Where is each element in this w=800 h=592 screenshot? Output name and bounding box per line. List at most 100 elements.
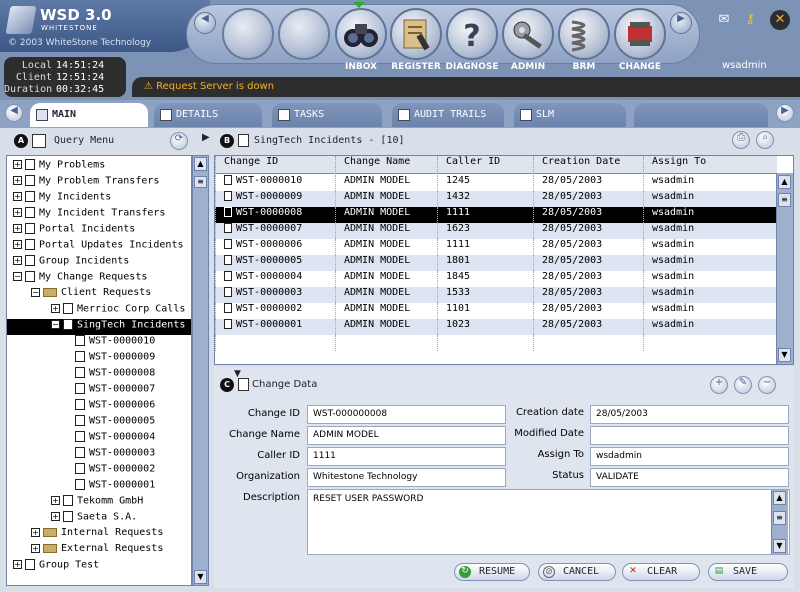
nav-diagnose-button[interactable]: ?	[446, 8, 498, 60]
organization-field[interactable]: Whitestone Technology	[307, 468, 506, 487]
zoom-icon[interactable]: ⌕	[756, 131, 774, 149]
nav-empty-slot-1[interactable]	[222, 8, 274, 60]
description-scroll-thumb[interactable]: ≡	[773, 511, 786, 525]
expand-icon[interactable]: +	[13, 224, 22, 233]
tree-item[interactable]: + Portal Incidents	[13, 223, 135, 239]
table-row[interactable]: WST-0000008 ADMIN MODEL 1111 28/05/2003 wsad…	[215, 207, 777, 223]
table-row[interactable]: WST-0000004 ADMIN MODEL 1845 28/05/2003 wsad…	[215, 271, 777, 287]
description-scroll-up-icon[interactable]: ▲	[773, 491, 786, 505]
collapse-icon[interactable]: −	[13, 272, 22, 281]
expand-icon[interactable]: +	[13, 192, 22, 201]
add-icon[interactable]: +	[710, 376, 728, 394]
tree-scrollbar[interactable]: ▲ ≡ ▼	[192, 155, 209, 586]
tree-item[interactable]: WST-0000004	[75, 431, 155, 447]
table-scrollbar[interactable]: ▲ ≡ ▼	[776, 173, 793, 364]
tree-item[interactable]: WST-0000008	[75, 367, 155, 383]
nav-inbox-button[interactable]	[335, 8, 387, 60]
tree-item[interactable]: + My Incident Transfers	[13, 207, 165, 223]
change-name-field[interactable]: ADMIN MODEL	[307, 426, 506, 445]
table-row[interactable]: WST-0000010 ADMIN MODEL 1245 28/05/2003 wsad…	[215, 175, 777, 191]
tree-item[interactable]: + My Problems	[13, 159, 105, 175]
table-row[interactable]: WST-0000007 ADMIN MODEL 1623 28/05/2003 wsad…	[215, 223, 777, 239]
tab-details[interactable]: DETAILS	[154, 103, 262, 127]
expand-icon[interactable]: +	[51, 512, 60, 521]
nav-register-button[interactable]	[390, 8, 442, 60]
tree-item[interactable]: + My Incidents	[13, 191, 111, 207]
description-scroll-down-icon[interactable]: ▼	[773, 539, 786, 553]
cancel-button[interactable]: ⊘ CANCEL	[538, 563, 616, 581]
tree-item[interactable]: WST-0000006	[75, 399, 155, 415]
remove-icon[interactable]: −	[758, 376, 776, 394]
tree-item[interactable]: − SingTech Incidents	[7, 319, 191, 335]
tab-slm[interactable]: SLM	[514, 103, 626, 127]
table-scroll-up-icon[interactable]: ▲	[778, 175, 791, 189]
tree-item[interactable]: WST-0000003	[75, 447, 155, 463]
resume-button[interactable]: ↻ RESUME	[454, 563, 530, 581]
column-header[interactable]: Creation Date	[533, 156, 643, 174]
scroll-up-icon[interactable]: ▲	[194, 157, 207, 171]
tree-item[interactable]: WST-0000005	[75, 415, 155, 431]
scroll-thumb[interactable]: ≡	[194, 176, 207, 188]
column-header[interactable]: Assign To	[643, 156, 777, 174]
nav-brm-button[interactable]	[558, 8, 610, 60]
column-header[interactable]: Change Name	[335, 156, 437, 174]
scroll-down-icon[interactable]: ▼	[194, 570, 207, 584]
description-scrollbar[interactable]: ▲ ≡ ▼	[771, 490, 788, 554]
expand-icon[interactable]: +	[13, 176, 22, 185]
tree-item[interactable]: − Client Requests	[31, 287, 151, 303]
tree-item[interactable]: WST-0000009	[75, 351, 155, 367]
tab-main[interactable]: MAIN	[30, 103, 148, 127]
table-row[interactable]: WST-0000009 ADMIN MODEL 1432 28/05/2003 wsad…	[215, 191, 777, 207]
tree-item[interactable]: + Internal Requests	[31, 527, 163, 543]
table-scroll-down-icon[interactable]: ▼	[778, 348, 791, 362]
expand-icon[interactable]: +	[13, 208, 22, 217]
table-row[interactable]: WST-0000001 ADMIN MODEL 1023 28/05/2003 wsad…	[215, 319, 777, 335]
table-row[interactable]: WST-0000003 ADMIN MODEL 1533 28/05/2003 wsad…	[215, 287, 777, 303]
tree-item[interactable]: + My Problem Transfers	[13, 175, 159, 191]
expand-icon[interactable]: +	[13, 160, 22, 169]
nav-prev-icon[interactable]: ◀	[194, 12, 216, 34]
tree-item[interactable]: + Group Test	[13, 559, 99, 575]
tab-tasks[interactable]: TASKS	[272, 103, 382, 127]
refresh-icon[interactable]: ⟳	[170, 132, 188, 150]
splitter-arrow-icon[interactable]: ▶	[202, 132, 210, 143]
expand-icon[interactable]: +	[13, 240, 22, 249]
assign-to-field[interactable]: wsdadmin	[590, 447, 789, 466]
column-header[interactable]: Caller ID	[437, 156, 533, 174]
table-row[interactable]: WST-0000006 ADMIN MODEL 1111 28/05/2003 wsad…	[215, 239, 777, 255]
tab-prev-icon[interactable]: ◀	[5, 104, 23, 122]
table-row[interactable]: WST-0000005 ADMIN MODEL 1801 28/05/2003 wsad…	[215, 255, 777, 271]
collapse-icon[interactable]: −	[31, 287, 40, 297]
clear-button[interactable]: ✕ CLEAR	[622, 563, 700, 581]
tree-item[interactable]: WST-0000002	[75, 463, 155, 479]
tree-item[interactable]: WST-0000007	[75, 383, 155, 399]
expand-icon[interactable]: +	[13, 256, 22, 265]
creation-date-field[interactable]: 28/05/2003	[590, 405, 789, 424]
collapse-icon[interactable]: −	[51, 320, 60, 329]
table-row[interactable]: WST-0000002 ADMIN MODEL 1101 28/05/2003 wsad…	[215, 303, 777, 319]
caller-id-field[interactable]: 1111	[307, 447, 506, 466]
table-scroll-thumb[interactable]: ≡	[778, 193, 791, 207]
print-icon[interactable]: ⎙	[732, 131, 750, 149]
tab-audit-trails[interactable]: AUDIT TRAILS	[392, 103, 504, 127]
tree-item[interactable]: WST-0000010	[75, 335, 155, 351]
modified-date-field[interactable]	[590, 426, 789, 445]
tree-item[interactable]: + Saeta S.A.	[51, 511, 137, 527]
expand-icon[interactable]: +	[51, 496, 60, 505]
expand-icon[interactable]: +	[13, 560, 22, 569]
tree-item[interactable]: + Merrioc Corp Calls	[51, 303, 185, 319]
status-field[interactable]: VALIDATE	[590, 468, 789, 487]
tree-item[interactable]: + Tekomm GmbH	[51, 495, 143, 511]
nav-next-icon[interactable]: ▶	[670, 12, 692, 34]
tab-next-icon[interactable]: ▶	[776, 104, 794, 122]
tree-item[interactable]: + External Requests	[31, 543, 163, 559]
tree-item[interactable]: − My Change Requests	[13, 271, 147, 287]
key-icon[interactable]: ⚷	[740, 10, 760, 30]
close-icon[interactable]: ✕	[770, 10, 790, 30]
mail-icon[interactable]: ✉	[714, 10, 734, 30]
nav-empty-slot-2[interactable]	[278, 8, 330, 60]
tree-item[interactable]: WST-0000001	[75, 479, 155, 495]
nav-admin-button[interactable]	[502, 8, 554, 60]
tree-item[interactable]: + Group Incidents	[13, 255, 129, 271]
expand-icon[interactable]: +	[31, 543, 40, 553]
